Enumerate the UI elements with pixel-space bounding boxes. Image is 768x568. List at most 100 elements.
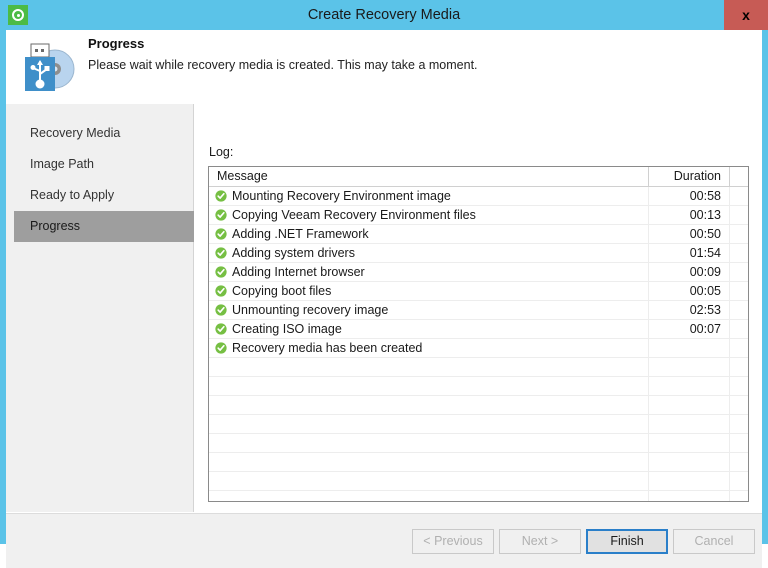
cell-spacer xyxy=(730,396,748,414)
table-row[interactable]: Unmounting recovery image 02:53 xyxy=(209,301,748,320)
log-label: Log: xyxy=(209,145,234,159)
cell-spacer xyxy=(730,301,748,319)
table-row[interactable]: Copying boot files 00:05 xyxy=(209,282,748,301)
green-check-circle-icon xyxy=(215,190,227,202)
finish-button[interactable]: Finish xyxy=(586,529,668,554)
log-table-body: Mounting Recovery Environment image 00:58… xyxy=(209,187,748,501)
table-row[interactable]: Adding system drivers 01:54 xyxy=(209,244,748,263)
table-row-empty xyxy=(209,434,748,453)
cell-duration: 00:58 xyxy=(649,187,730,205)
table-row[interactable]: Adding Internet browser 00:09 xyxy=(209,263,748,282)
cell-message: Recovery media has been created xyxy=(209,339,649,357)
green-check-circle-icon xyxy=(215,266,227,278)
log-message-text: Recovery media has been created xyxy=(232,341,423,355)
cell-spacer xyxy=(730,434,748,452)
cell-duration xyxy=(649,472,730,490)
table-row[interactable]: Copying Veeam Recovery Environment files… xyxy=(209,206,748,225)
wizard-step-sidebar: Recovery Media Image Path Ready to Apply Pr… xyxy=(6,104,194,512)
cell-message xyxy=(209,415,649,433)
sidebar-item-label: Recovery Media xyxy=(30,126,121,140)
table-row[interactable]: Recovery media has been created xyxy=(209,339,748,358)
table-row-empty xyxy=(209,377,748,396)
cell-duration xyxy=(649,434,730,452)
column-header-message[interactable]: Message xyxy=(209,167,649,186)
log-message-text: Adding .NET Framework xyxy=(232,227,369,241)
sidebar-item-label: Ready to Apply xyxy=(30,188,115,202)
title-bar: Create Recovery Media x xyxy=(0,0,768,30)
cell-duration: 00:50 xyxy=(649,225,730,243)
table-row-empty xyxy=(209,491,748,501)
cell-spacer xyxy=(730,282,748,300)
cell-message xyxy=(209,491,649,501)
cell-spacer xyxy=(730,206,748,224)
green-check-circle-icon xyxy=(215,304,227,316)
previous-button[interactable]: < Previous xyxy=(412,529,494,554)
cell-spacer xyxy=(730,263,748,281)
cell-duration xyxy=(649,339,730,357)
sidebar-item-ready-to-apply[interactable]: Ready to Apply xyxy=(14,180,194,211)
sidebar-item-recovery-media[interactable]: Recovery Media xyxy=(14,118,194,149)
cell-message: Unmounting recovery image xyxy=(209,301,649,319)
cell-spacer xyxy=(730,415,748,433)
log-message-text: Creating ISO image xyxy=(232,322,342,336)
table-row[interactable]: Adding .NET Framework 00:50 xyxy=(209,225,748,244)
dialog-header: Progress Please wait while recovery medi… xyxy=(6,30,762,104)
dialog-footer: < Previous Next > Finish Cancel xyxy=(6,513,762,568)
cell-message: Adding system drivers xyxy=(209,244,649,262)
log-table[interactable]: Message Duration Mounting Recovery Envir… xyxy=(208,166,749,502)
create-recovery-media-window: Create Recovery Media x Progress Please … xyxy=(0,0,768,568)
dialog-client-area: Progress Please wait while recovery medi… xyxy=(6,30,762,568)
log-message-text: Mounting Recovery Environment image xyxy=(232,189,451,203)
cell-duration: 00:09 xyxy=(649,263,730,281)
cell-duration: 00:07 xyxy=(649,320,730,338)
main-content-panel: Log: Message Duration Mounting Recovery … xyxy=(195,104,762,512)
sidebar-item-image-path[interactable]: Image Path xyxy=(14,149,194,180)
cell-duration xyxy=(649,453,730,471)
cell-duration xyxy=(649,491,730,501)
cell-message: Mounting Recovery Environment image xyxy=(209,187,649,205)
cell-duration: 00:13 xyxy=(649,206,730,224)
cell-spacer xyxy=(730,320,748,338)
cell-message xyxy=(209,434,649,452)
cell-message: Copying boot files xyxy=(209,282,649,300)
cell-duration xyxy=(649,415,730,433)
table-row[interactable]: Mounting Recovery Environment image 00:58 xyxy=(209,187,748,206)
table-row-empty xyxy=(209,396,748,415)
cell-message xyxy=(209,472,649,490)
sidebar-item-progress[interactable]: Progress xyxy=(14,211,194,242)
cell-duration xyxy=(649,358,730,376)
green-check-circle-icon xyxy=(215,323,227,335)
log-table-header: Message Duration xyxy=(209,167,748,187)
sidebar-item-label: Image Path xyxy=(30,157,94,171)
log-message-text: Copying Veeam Recovery Environment files xyxy=(232,208,476,222)
cell-duration: 01:54 xyxy=(649,244,730,262)
table-row-empty xyxy=(209,415,748,434)
log-message-text: Adding Internet browser xyxy=(232,265,365,279)
green-check-circle-icon xyxy=(215,247,227,259)
green-check-circle-icon xyxy=(215,209,227,221)
cell-message xyxy=(209,358,649,376)
green-check-circle-icon xyxy=(215,228,227,240)
cell-message: Adding .NET Framework xyxy=(209,225,649,243)
log-message-text: Unmounting recovery image xyxy=(232,303,389,317)
cell-message: Adding Internet browser xyxy=(209,263,649,281)
cell-message: Copying Veeam Recovery Environment files xyxy=(209,206,649,224)
table-row[interactable]: Creating ISO image 00:07 xyxy=(209,320,748,339)
cell-spacer xyxy=(730,453,748,471)
table-row-empty xyxy=(209,453,748,472)
window-title: Create Recovery Media xyxy=(307,7,461,23)
close-button[interactable]: x xyxy=(724,0,768,30)
cell-duration: 00:05 xyxy=(649,282,730,300)
cell-duration xyxy=(649,377,730,395)
cell-spacer xyxy=(730,187,748,205)
log-message-text: Copying boot files xyxy=(232,284,332,298)
table-row-empty xyxy=(209,472,748,491)
next-button[interactable]: Next > xyxy=(499,529,581,554)
cell-spacer xyxy=(730,244,748,262)
cancel-button[interactable]: Cancel xyxy=(673,529,755,554)
column-header-duration[interactable]: Duration xyxy=(649,167,730,186)
cell-message xyxy=(209,453,649,471)
usb-disc-media-icon xyxy=(14,38,84,96)
cell-spacer xyxy=(730,472,748,490)
column-header-spacer xyxy=(730,167,748,186)
